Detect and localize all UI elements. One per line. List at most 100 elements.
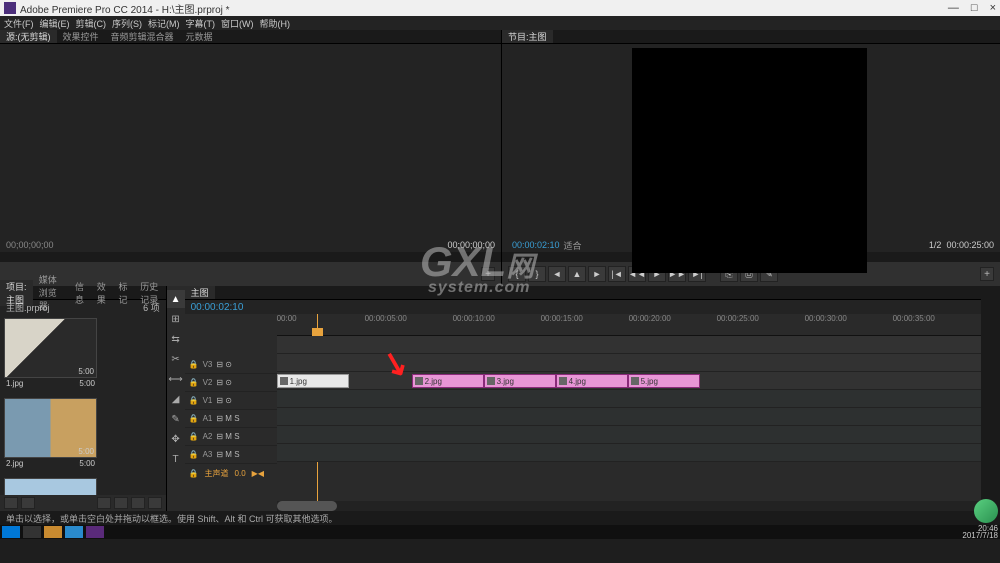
transport-prev-marker[interactable]: ◄ [548,266,566,282]
transport-mark-out[interactable]: } [528,266,546,282]
tool-selection[interactable]: ▲ [167,290,185,308]
track-header[interactable]: 🔒V1⊟ ⊙ [185,392,277,410]
list-view-button[interactable] [4,497,18,509]
menu-help[interactable]: 帮助(H) [260,17,291,30]
menu-file[interactable]: 文件(F) [4,17,34,30]
bin-thumbnail: 5:00 [4,478,97,495]
taskbar-premiere[interactable] [86,526,104,538]
timeline-timecode[interactable]: 00:00:02:10 [191,302,244,313]
program-add-button[interactable]: + [980,267,994,281]
window-maximize-button[interactable]: □ [971,2,978,14]
taskbar-search[interactable] [23,526,41,538]
timeline-track[interactable] [277,390,981,408]
timeline-ruler[interactable]: 00:0000:00:05:0000:00:10:0000:00:15:0000… [277,314,981,336]
track-header[interactable]: 🔒A3⊟ M S [185,446,277,464]
tool-razor[interactable]: ✂ [167,350,185,368]
timeline-track[interactable] [277,444,981,462]
ruler-tick: 00:00 [277,314,365,323]
timeline-tracks-area[interactable]: 00:0000:00:05:0000:00:10:0000:00:15:0000… [277,314,981,511]
project-panel: 项目:主图 媒体浏览器 信息 效果 标记 历史记录 主图.prproj 6 项 … [0,286,167,511]
new-bin-button[interactable] [114,497,128,509]
timeline-clip[interactable]: 3.jpg [484,374,556,388]
tab-audio-mixer[interactable]: 音频剪辑混合器 [105,30,180,43]
program-monitor-viewport[interactable] [502,44,1000,238]
taskbar-explorer[interactable] [44,526,62,538]
status-hint: 单击以选择，或单击空白处并拖动以框选。使用 Shift、Alt 和 Ctrl 可… [6,512,338,525]
menu-clip[interactable]: 剪辑(C) [76,17,107,30]
transport-add-marker[interactable]: ▲ [568,266,586,282]
source-monitor-panel: 源:(无剪辑) 效果控件 音频剪辑混合器 元数据 00;00;00;00 00;… [0,30,502,286]
tab-source[interactable]: 源:(无剪辑) [0,30,57,43]
track-header[interactable]: 🔒A2⊟ M S [185,428,277,446]
delete-button[interactable] [148,497,162,509]
timeline-track[interactable] [277,354,981,372]
menu-title[interactable]: 字幕(T) [186,17,216,30]
tool-ripple[interactable]: ⇆ [167,330,185,348]
bin-item[interactable]: 5:001.jpg5:00 [4,318,97,394]
program-fraction[interactable]: 1/2 [929,240,942,250]
taskbar-browser[interactable] [65,526,83,538]
menu-marker[interactable]: 标记(M) [148,17,180,30]
source-add-button[interactable]: + [481,267,495,281]
source-timecode-left[interactable]: 00;00;00;00 [6,240,54,250]
menu-bar: 文件(F) 编辑(E) 剪辑(C) 序列(S) 标记(M) 字幕(T) 窗口(W… [0,16,1000,30]
project-name: 主图.prproj [6,301,50,314]
system-clock[interactable]: 20:462017/7/18 [962,525,998,539]
start-button[interactable] [2,526,20,538]
timeline-clip[interactable]: 4.jpg [556,374,628,388]
timeline-track[interactable] [277,426,981,444]
new-item-button[interactable] [131,497,145,509]
project-item-count: 6 项 [143,301,160,314]
tab-metadata[interactable]: 元数据 [180,30,219,43]
bin-name: 1.jpg [6,379,23,391]
track-header[interactable]: 🔒A1⊟ M S [185,410,277,428]
tool-hand[interactable]: ✥ [167,430,185,448]
clip-fx-icon [631,377,639,385]
timeline-zoom-handle[interactable] [277,501,337,511]
timeline-sequence-tab[interactable]: 主图 [185,286,215,299]
ruler-tick: 00:00:30:00 [805,314,893,323]
icon-view-button[interactable] [21,497,35,509]
tab-program[interactable]: 节目:主图 [502,30,553,43]
transport-prev-frame[interactable]: |◄ [608,266,626,282]
track-header[interactable]: 🔒V2⊟ ⊙ [185,374,277,392]
timeline-track[interactable]: 1.jpg 2.jpg3.jpg4.jpg5.jpg [277,372,981,390]
timeline-track[interactable] [277,408,981,426]
menu-edit[interactable]: 编辑(E) [40,17,70,30]
tool-pen[interactable]: ✎ [167,410,185,428]
timeline-clip[interactable]: 5.jpg [628,374,700,388]
bin-item[interactable]: 5:003.jpg5:00 [4,478,97,495]
timeline-clip[interactable]: 1.jpg [277,374,349,388]
transport-mark-in[interactable]: { [508,266,526,282]
project-footer [0,495,166,511]
floating-assist-button[interactable] [974,499,998,523]
source-monitor-viewport[interactable] [0,44,501,238]
track-header[interactable]: 🔒V3⊟ ⊙ [185,356,277,374]
bin-item[interactable]: 5:002.jpg5:00 [4,398,97,474]
project-bin-grid[interactable]: 5:001.jpg5:005:002.jpg5:00 5:003.jpg5:005… [0,314,166,495]
transport-next-marker[interactable]: ► [588,266,606,282]
window-minimize-button[interactable]: — [948,2,959,14]
tool-type[interactable]: T [167,450,185,468]
window-close-button[interactable]: × [990,2,996,14]
status-bar: 单击以选择，或单击空白处并拖动以框选。使用 Shift、Alt 和 Ctrl 可… [0,511,1000,525]
ruler-tick: 00:00:25:00 [717,314,805,323]
clip-fx-icon [559,377,567,385]
ruler-tick: 00:00:05:00 [365,314,453,323]
menu-window[interactable]: 窗口(W) [221,17,254,30]
timeline-clip[interactable]: 2.jpg [412,374,484,388]
tab-effect-controls[interactable]: 效果控件 [57,30,105,43]
source-ruler[interactable] [0,252,501,262]
timeline-track[interactable] [277,336,981,354]
tool-slip[interactable]: ⟷ [167,370,185,388]
menu-sequence[interactable]: 序列(S) [112,17,142,30]
tool-track-select[interactable]: ⊞ [167,310,185,328]
find-button[interactable] [97,497,111,509]
timeline-scrollbar[interactable] [277,501,981,511]
fit-dropdown[interactable]: 适合 [564,239,582,252]
tool-rate-stretch[interactable]: ◢ [167,390,185,408]
master-track-header[interactable]: 🔒主声道0.0▶◀ [185,464,277,482]
program-timecode-left[interactable]: 00:00:02:10 [512,240,560,250]
ruler-tick: 00:00:20:00 [629,314,717,323]
bin-name: 2.jpg [6,459,23,471]
